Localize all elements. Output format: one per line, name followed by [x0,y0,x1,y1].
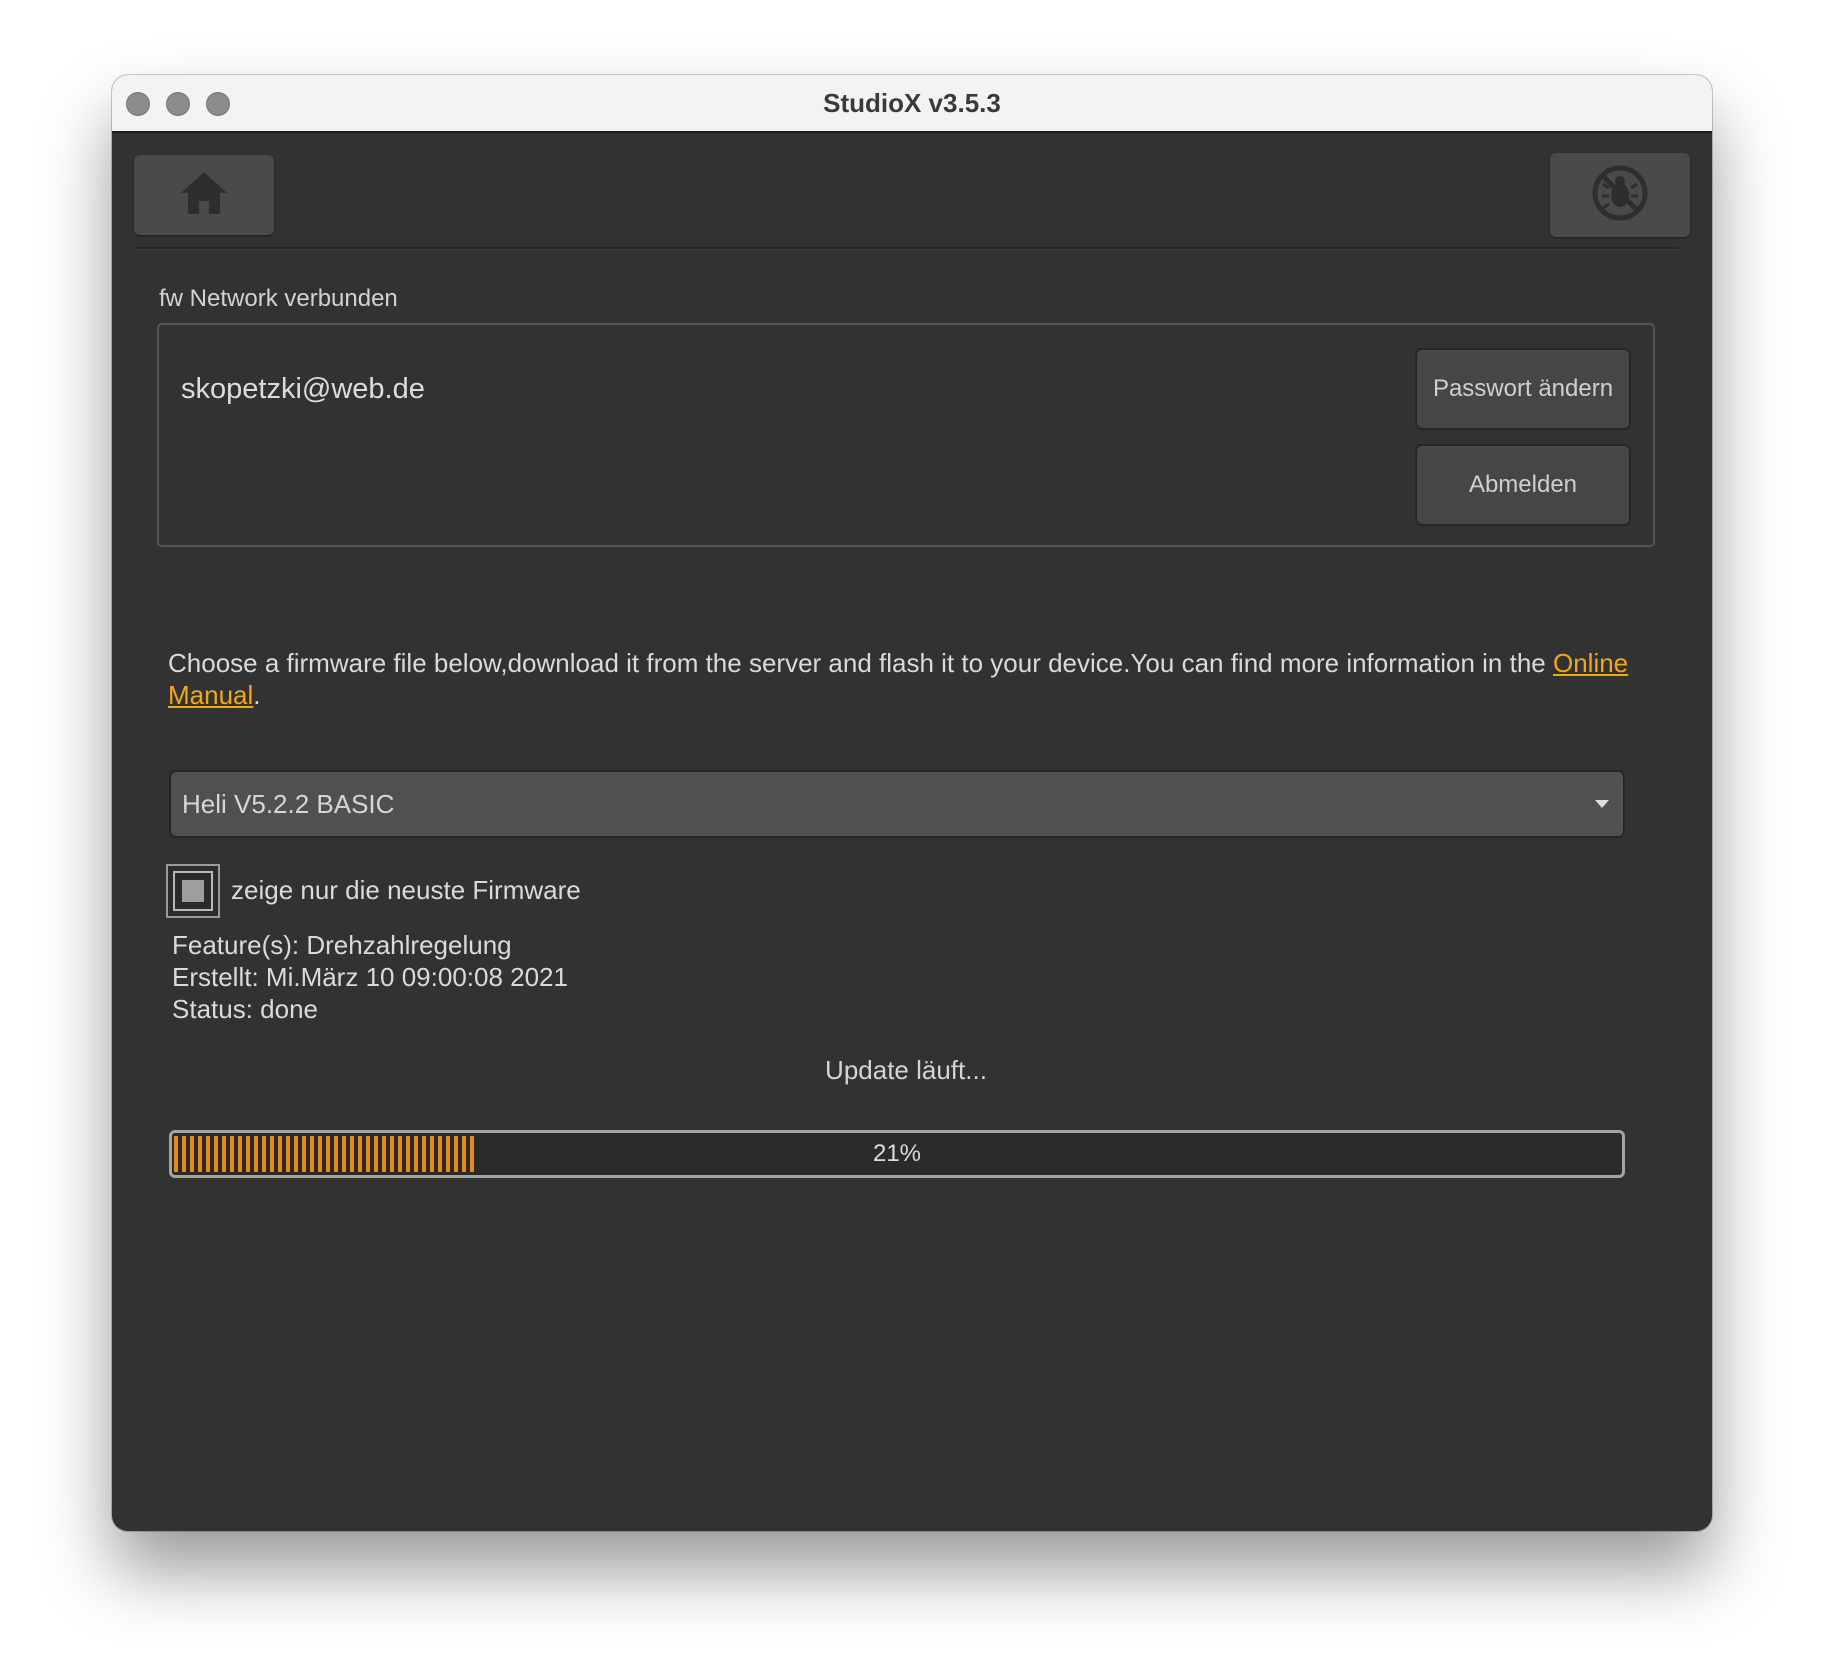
features-text: Feature(s): Drehzahlregelung [172,930,512,960]
latest-only-checkbox[interactable] [166,864,220,918]
main-content: fw Network verbunden skopetzki@web.de Pa… [112,133,1712,1531]
window-title: StudioX v3.5.3 [823,88,1001,118]
home-icon [179,168,229,223]
info-text-body: Choose a firmware file below,download it… [168,648,1553,678]
info-text: Choose a firmware file below,download it… [168,647,1668,711]
info-text-suffix: . [253,680,261,710]
no-bug-icon [1591,164,1649,227]
firmware-details: Feature(s): Drehzahlregelung Erstellt: M… [172,929,568,1025]
account-group: skopetzki@web.de Passwort ändern Abmelde… [157,323,1655,547]
chevron-down-icon [1595,800,1609,808]
checkbox-frame [173,871,213,911]
account-email: skopetzki@web.de [181,373,425,405]
firmware-select-value: Heli V5.2.2 BASIC [182,789,395,819]
logout-button[interactable]: Abmelden [1415,444,1631,526]
status-text: Status: done [172,994,318,1024]
change-password-button[interactable]: Passwort ändern [1415,348,1631,430]
firmware-select[interactable]: Heli V5.2.2 BASIC [169,770,1625,838]
toolbar-divider [134,247,1678,250]
home-button[interactable] [134,155,274,235]
latest-only-label[interactable]: zeige nur die neuste Firmware [231,875,581,906]
account-group-label: fw Network verbunden [159,285,398,312]
app-window: StudioX v3.5.3 fw Network verbunden skop… [112,75,1712,1531]
checkbox-partial-indicator [182,880,204,902]
title-bar: StudioX v3.5.3 [112,75,1712,133]
update-progress-label: 21% [872,1140,922,1167]
disconnect-button[interactable] [1550,153,1690,237]
created-text: Erstellt: Mi.März 10 09:00:08 2021 [172,962,568,992]
update-progress-bar: 21% [169,1130,1625,1178]
update-status-text: Update läuft... [825,1055,987,1085]
